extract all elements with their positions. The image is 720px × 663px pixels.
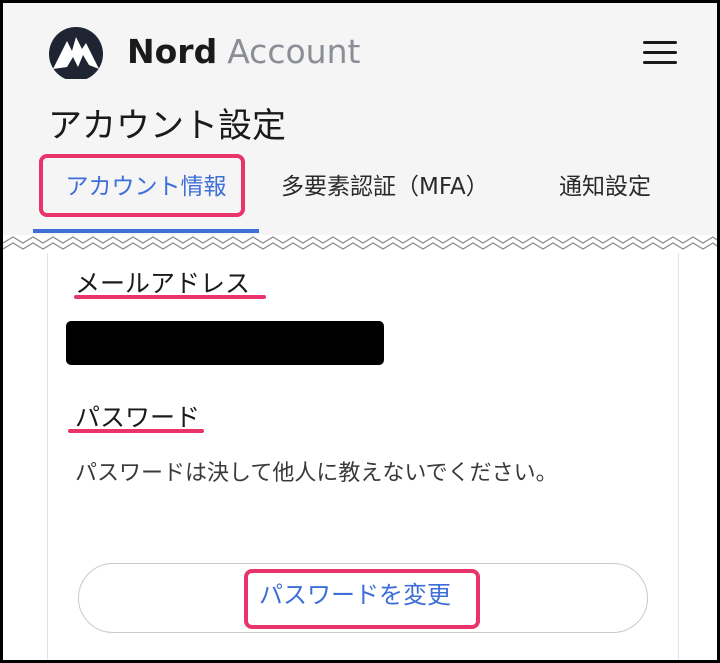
change-password-button-label: パスワードを変更: [259, 582, 451, 609]
brand-subtitle: Account: [227, 32, 361, 71]
tab-mfa[interactable]: 多要素認証（MFA）: [281, 153, 489, 229]
header: Nord Account: [3, 3, 717, 99]
page-title: アカウント設定: [48, 106, 286, 146]
screenshot-frame: Nord Account アカウント設定 アカウント情報 多要素認証（MFA） 通…: [0, 0, 720, 663]
tab-notifications-label: 通知設定: [559, 174, 651, 200]
tab-notifications[interactable]: 通知設定: [559, 153, 651, 229]
hamburger-menu-icon[interactable]: [643, 39, 679, 67]
nord-mountain-logo-icon[interactable]: [45, 25, 107, 79]
brand-name: Nord: [127, 32, 218, 71]
brand-logo-text[interactable]: Nord Account: [127, 30, 360, 74]
email-value-redacted: [66, 321, 384, 365]
tab-account-info-label: アカウント情報: [65, 174, 227, 200]
tab-bar: アカウント情報 多要素認証（MFA） 通知設定: [3, 153, 717, 235]
password-label-underline: [68, 429, 204, 433]
change-password-button[interactable]: パスワードを変更: [78, 563, 648, 633]
email-label-underline: [74, 295, 266, 299]
tab-account-info[interactable]: アカウント情報: [33, 153, 259, 233]
account-info-card: メールアドレス パスワード パスワードは決して他人に教えないでください。 パスワ…: [47, 253, 679, 660]
top-area: Nord Account アカウント設定 アカウント情報 多要素認証（MFA） 通…: [3, 3, 717, 235]
tab-mfa-label: 多要素認証（MFA）: [281, 174, 489, 200]
password-hint: パスワードは決して他人に教えないでください。: [75, 461, 558, 486]
